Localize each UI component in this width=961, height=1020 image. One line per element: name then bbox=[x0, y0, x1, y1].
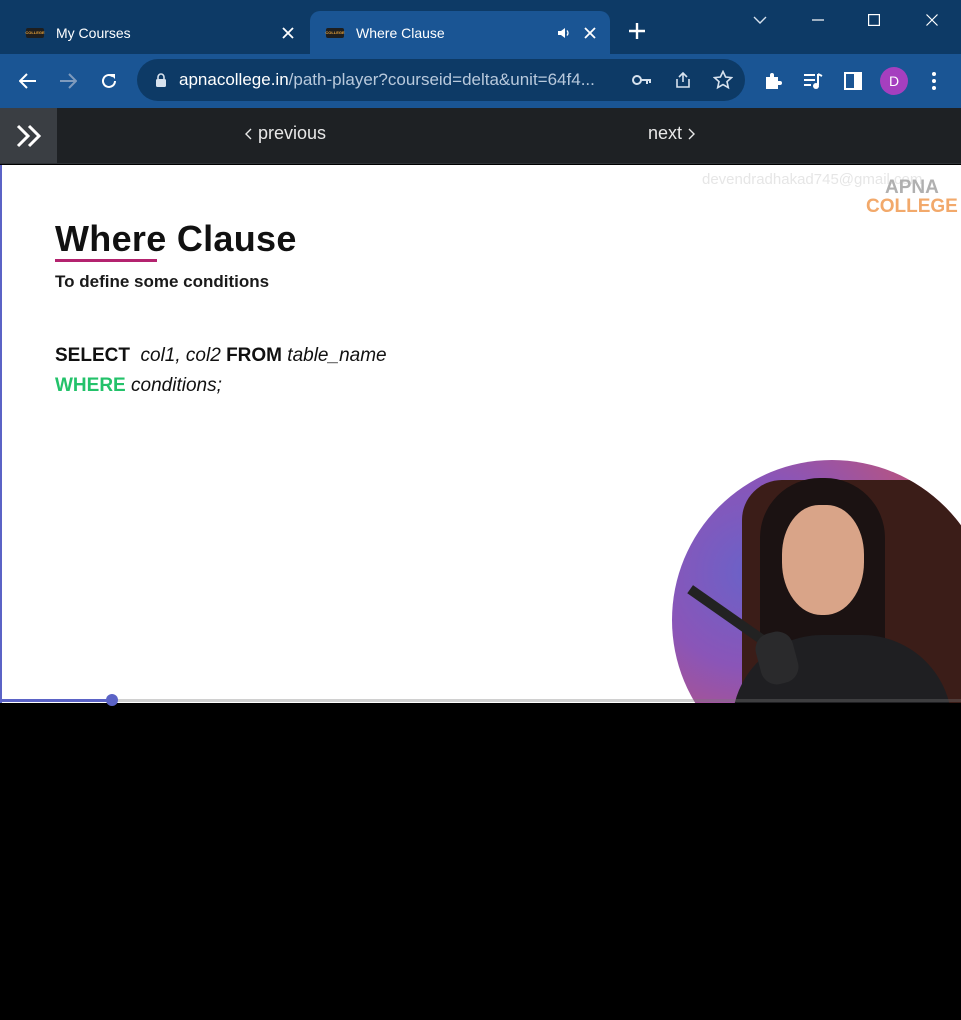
presenter-video bbox=[672, 460, 961, 703]
close-icon[interactable] bbox=[578, 21, 602, 45]
new-tab-button[interactable] bbox=[624, 18, 650, 44]
extensions-icon[interactable] bbox=[760, 68, 786, 94]
course-player-nav: previous next bbox=[0, 108, 961, 164]
video-progress-bar[interactable] bbox=[2, 699, 961, 702]
chevron-right-icon bbox=[688, 128, 696, 139]
code-line-select: SELECT col1, col2 FROM table_name bbox=[55, 345, 387, 366]
next-button[interactable]: next bbox=[648, 123, 696, 144]
previous-label: previous bbox=[258, 123, 327, 143]
slide-subtitle: To define some conditions bbox=[55, 272, 270, 291]
minimize-button[interactable] bbox=[803, 8, 833, 32]
close-window-button[interactable] bbox=[917, 8, 947, 32]
maximize-button[interactable] bbox=[859, 8, 889, 32]
side-panel-icon[interactable] bbox=[840, 68, 866, 94]
share-icon[interactable] bbox=[672, 69, 694, 91]
forward-button[interactable] bbox=[53, 66, 83, 96]
video-player[interactable]: devendradhakad745@gmail.com APNA COLLEGE… bbox=[2, 165, 961, 703]
back-button[interactable] bbox=[13, 66, 43, 96]
key-icon[interactable] bbox=[631, 69, 653, 91]
code-line-where: WHERE conditions; bbox=[55, 375, 222, 396]
college-favicon-icon: COLLEGE bbox=[25, 27, 45, 38]
tab-title: Where Clause bbox=[356, 24, 445, 41]
url-text[interactable]: apnacollege.in/path-player?courseid=delt… bbox=[179, 70, 619, 90]
chevron-left-icon bbox=[245, 128, 252, 139]
browser-toolbar: apnacollege.in/path-player?courseid=delt… bbox=[0, 54, 961, 108]
tab-my-courses[interactable]: COLLEGE My Courses bbox=[14, 11, 308, 54]
media-control-icon[interactable] bbox=[800, 68, 826, 94]
expand-sidebar-button[interactable] bbox=[0, 108, 57, 163]
tab-strip: COLLEGE My Courses COLLEGE Where Clause bbox=[0, 0, 961, 54]
lock-icon[interactable] bbox=[151, 70, 171, 90]
close-icon[interactable] bbox=[276, 21, 300, 45]
tab-search-chevron-icon[interactable] bbox=[745, 8, 775, 32]
next-label: next bbox=[648, 123, 683, 143]
slide-title: Where Clause bbox=[55, 218, 297, 259]
title-underline bbox=[55, 259, 157, 262]
speaker-icon[interactable] bbox=[554, 23, 574, 43]
progress-scrubber-handle[interactable] bbox=[106, 694, 119, 706]
address-bar[interactable]: apnacollege.in/path-player?courseid=delt… bbox=[137, 59, 745, 101]
bookmark-star-icon[interactable] bbox=[712, 69, 734, 91]
profile-avatar[interactable]: D bbox=[880, 67, 908, 95]
previous-button[interactable]: previous bbox=[244, 123, 326, 144]
tab-where-clause[interactable]: COLLEGE Where Clause bbox=[310, 11, 610, 54]
tab-title: My Courses bbox=[56, 24, 131, 41]
double-chevron-right-icon bbox=[16, 124, 41, 147]
college-favicon-icon: COLLEGE bbox=[325, 27, 345, 38]
apna-college-logo: APNA COLLEGE bbox=[866, 177, 958, 217]
more-menu-icon[interactable] bbox=[921, 68, 947, 94]
reload-button[interactable] bbox=[94, 66, 124, 96]
